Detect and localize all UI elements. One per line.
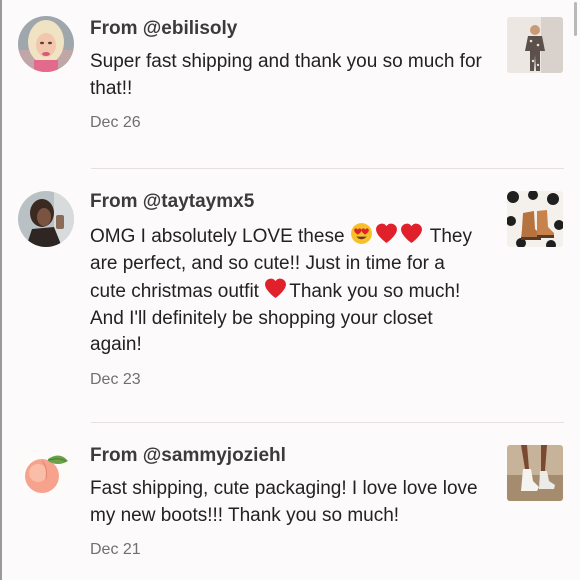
red-heart-emoji-icon: [264, 277, 287, 299]
user-avatar[interactable]: [18, 445, 74, 501]
comment-date: Dec 26: [90, 114, 141, 131]
comment-author[interactable]: From @taytaymx5: [90, 190, 485, 214]
comment-item: From @ebilisoly Super fast shipping and …: [0, 0, 580, 169]
comment-date: Dec 21: [90, 541, 141, 558]
user-avatar-photo-icon: [18, 191, 74, 247]
comments-page: From @ebilisoly Super fast shipping and …: [0, 0, 580, 580]
comment-text: Fast shipping, cute packaging! I love lo…: [90, 478, 478, 526]
heart-eyes-emoji-icon: [350, 222, 373, 244]
comment-text-part: OMG I absolutely LOVE these: [90, 226, 350, 247]
comment-item: From @taytaymx5 OMG I absolutely LOVE th…: [0, 169, 580, 423]
listing-photo-white-boots-icon: [507, 445, 563, 501]
listing-thumbnail[interactable]: [507, 445, 563, 501]
listing-photo-pajamas-icon: [507, 17, 563, 73]
comment-author[interactable]: From @sammyjoziehl: [90, 444, 485, 468]
red-heart-emoji-icon: [375, 222, 398, 244]
comment-text: Super fast shipping and thank you so muc…: [90, 51, 482, 99]
listing-thumbnail[interactable]: [507, 17, 563, 73]
red-heart-emoji-icon: [400, 222, 423, 244]
comment-item: From @sammyjoziehl Fast shipping, cute p…: [0, 423, 580, 580]
comment-author[interactable]: From @ebilisoly: [90, 17, 485, 41]
comment-text: OMG I absolutely LOVE these They are per…: [90, 222, 485, 359]
user-avatar-photo-icon: [18, 16, 74, 72]
user-avatar[interactable]: [18, 191, 74, 247]
listing-thumbnail[interactable]: [507, 191, 563, 247]
user-avatar[interactable]: [18, 16, 74, 72]
listing-photo-boots-icon: [507, 191, 563, 247]
comment-date: Dec 23: [90, 370, 141, 388]
peach-avatar-icon: [18, 445, 74, 501]
